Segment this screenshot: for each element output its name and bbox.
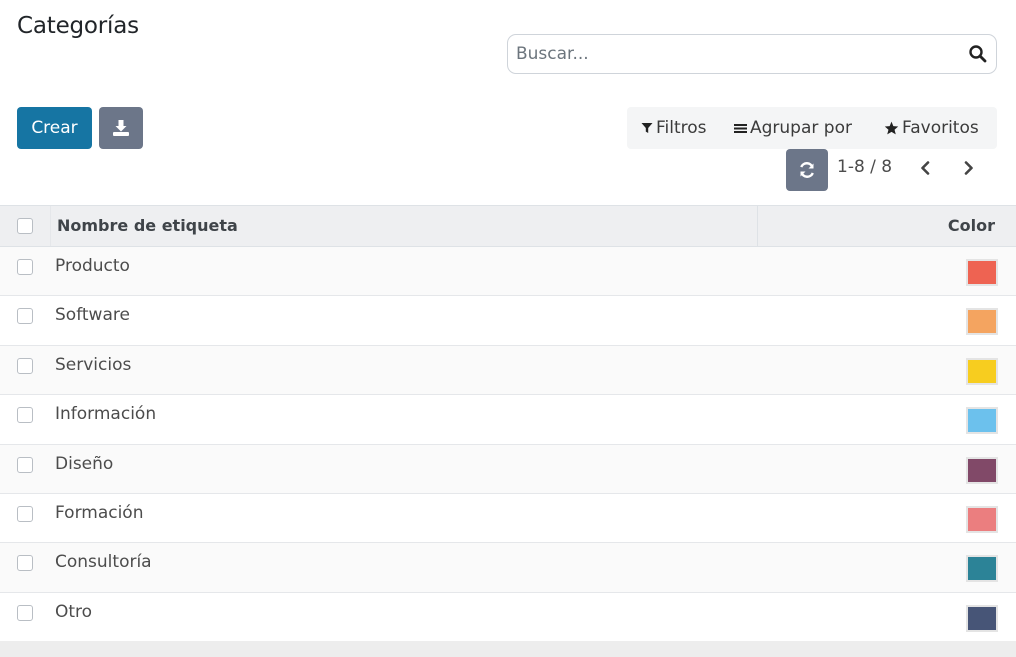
row-checkbox[interactable] xyxy=(17,407,33,424)
chevron-right-icon xyxy=(964,161,973,175)
table-row[interactable]: Producto xyxy=(0,247,1016,297)
color-swatch[interactable] xyxy=(966,259,998,286)
color-swatch[interactable] xyxy=(966,357,998,385)
refresh-icon xyxy=(800,162,814,178)
search-icon[interactable] xyxy=(968,44,988,64)
table-row[interactable]: Otro xyxy=(0,592,1016,643)
group-by-dropdown[interactable]: Agrupar por xyxy=(734,107,852,149)
column-divider xyxy=(50,206,51,246)
tag-name: Producto xyxy=(55,256,130,276)
column-header-name[interactable]: Nombre de etiqueta xyxy=(57,216,238,235)
tags-table: Nombre de etiqueta Color Producto Softwar… xyxy=(0,205,1016,643)
color-swatch[interactable] xyxy=(966,555,998,583)
row-checkbox[interactable] xyxy=(17,308,33,325)
table-row[interactable]: Formación xyxy=(0,493,1016,544)
tag-name: Servicios xyxy=(55,354,132,375)
filter-icon xyxy=(641,123,653,133)
row-checkbox[interactable] xyxy=(17,604,33,621)
color-swatch-fill xyxy=(968,507,996,531)
filters-dropdown[interactable]: Filtros xyxy=(641,107,707,149)
table-row[interactable]: Software xyxy=(0,296,1016,346)
tag-name: Otro xyxy=(55,601,93,622)
color-swatch[interactable] xyxy=(966,308,998,336)
refresh-button[interactable] xyxy=(786,149,828,191)
row-checkbox[interactable] xyxy=(17,555,33,572)
tag-name: Información xyxy=(55,404,157,425)
list-icon xyxy=(734,124,747,133)
row-checkbox[interactable] xyxy=(17,456,33,473)
select-all-checkbox[interactable] xyxy=(17,218,33,234)
group-by-label: Agrupar por xyxy=(750,118,852,138)
search-box[interactable] xyxy=(507,34,997,74)
search-panel-filters: Filtros Agrupar por Favoritos xyxy=(627,107,997,149)
table-footer xyxy=(0,641,1016,657)
favorites-label: Favoritos xyxy=(902,118,979,138)
table-row[interactable]: Información xyxy=(0,395,1016,445)
page-title: Categorías xyxy=(17,13,139,39)
search-input[interactable] xyxy=(508,35,958,73)
color-swatch[interactable] xyxy=(966,407,998,435)
pager-next-button[interactable] xyxy=(958,157,980,179)
color-swatch-fill xyxy=(968,310,996,334)
color-swatch-fill xyxy=(968,409,996,433)
column-header-color[interactable]: Color xyxy=(948,216,995,235)
color-swatch-fill xyxy=(968,359,996,383)
color-swatch[interactable] xyxy=(966,604,998,632)
chevron-left-icon xyxy=(921,161,930,175)
column-divider[interactable] xyxy=(757,206,758,246)
star-icon xyxy=(884,121,899,135)
tag-name: Software xyxy=(55,305,130,326)
filters-label: Filtros xyxy=(656,118,707,138)
color-swatch-fill xyxy=(968,606,996,630)
tag-name: Formación xyxy=(55,502,144,523)
color-swatch[interactable] xyxy=(966,505,998,533)
pager-value[interactable]: 1-8 / 8 xyxy=(837,157,892,177)
color-swatch-fill xyxy=(968,458,996,482)
table-row[interactable]: Consultoría xyxy=(0,543,1016,593)
tag-name: Consultoría xyxy=(55,552,152,573)
color-swatch-fill xyxy=(968,557,996,581)
create-button[interactable]: Crear xyxy=(17,107,92,149)
table-row[interactable]: Servicios xyxy=(0,345,1016,396)
download-button[interactable] xyxy=(99,107,143,149)
table-row[interactable]: Diseño xyxy=(0,444,1016,494)
row-checkbox[interactable] xyxy=(17,259,33,275)
table-body: Producto Software Servicios Información Dise… xyxy=(0,247,1016,643)
row-checkbox[interactable] xyxy=(17,357,33,374)
favorites-dropdown[interactable]: Favoritos xyxy=(884,107,979,149)
download-icon xyxy=(113,120,129,136)
color-swatch-fill xyxy=(968,261,996,284)
color-swatch[interactable] xyxy=(966,456,998,484)
row-checkbox[interactable] xyxy=(17,505,33,522)
tag-name: Diseño xyxy=(55,453,114,474)
pager-previous-button[interactable] xyxy=(914,157,936,179)
table-header: Nombre de etiqueta Color xyxy=(0,205,1016,247)
